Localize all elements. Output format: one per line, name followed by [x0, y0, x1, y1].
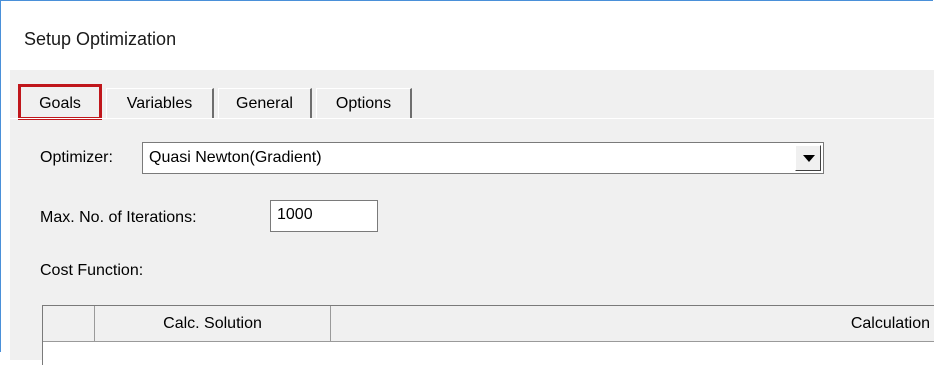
cost-function-grid[interactable]: Calc. Solution Calculation: [42, 305, 934, 365]
grid-corner-header: [43, 306, 95, 342]
tab-bar: Goals Variables General Options: [10, 82, 930, 120]
max-iterations-input[interactable]: 1000: [270, 200, 378, 232]
column-header-calc-solution[interactable]: Calc. Solution: [95, 306, 331, 342]
column-header-calculation[interactable]: Calculation: [331, 306, 934, 342]
optimizer-label: Optimizer:: [40, 149, 113, 166]
optimizer-selected-value: Quasi Newton(Gradient): [149, 149, 322, 166]
tab-options[interactable]: Options: [316, 88, 412, 118]
tab-variables[interactable]: Variables: [106, 88, 214, 118]
iterations-label: Max. No. of Iterations:: [40, 209, 197, 226]
tab-goals[interactable]: Goals: [18, 84, 102, 120]
optimizer-dropdown-button[interactable]: [795, 145, 821, 171]
dialog-title: Setup Optimization: [24, 29, 177, 49]
optimizer-select[interactable]: Quasi Newton(Gradient): [142, 142, 824, 174]
tab-general[interactable]: General: [218, 88, 312, 118]
cost-function-label: Cost Function:: [40, 262, 144, 279]
chevron-down-icon: [803, 155, 815, 162]
tab-panel-divider: [10, 118, 934, 119]
